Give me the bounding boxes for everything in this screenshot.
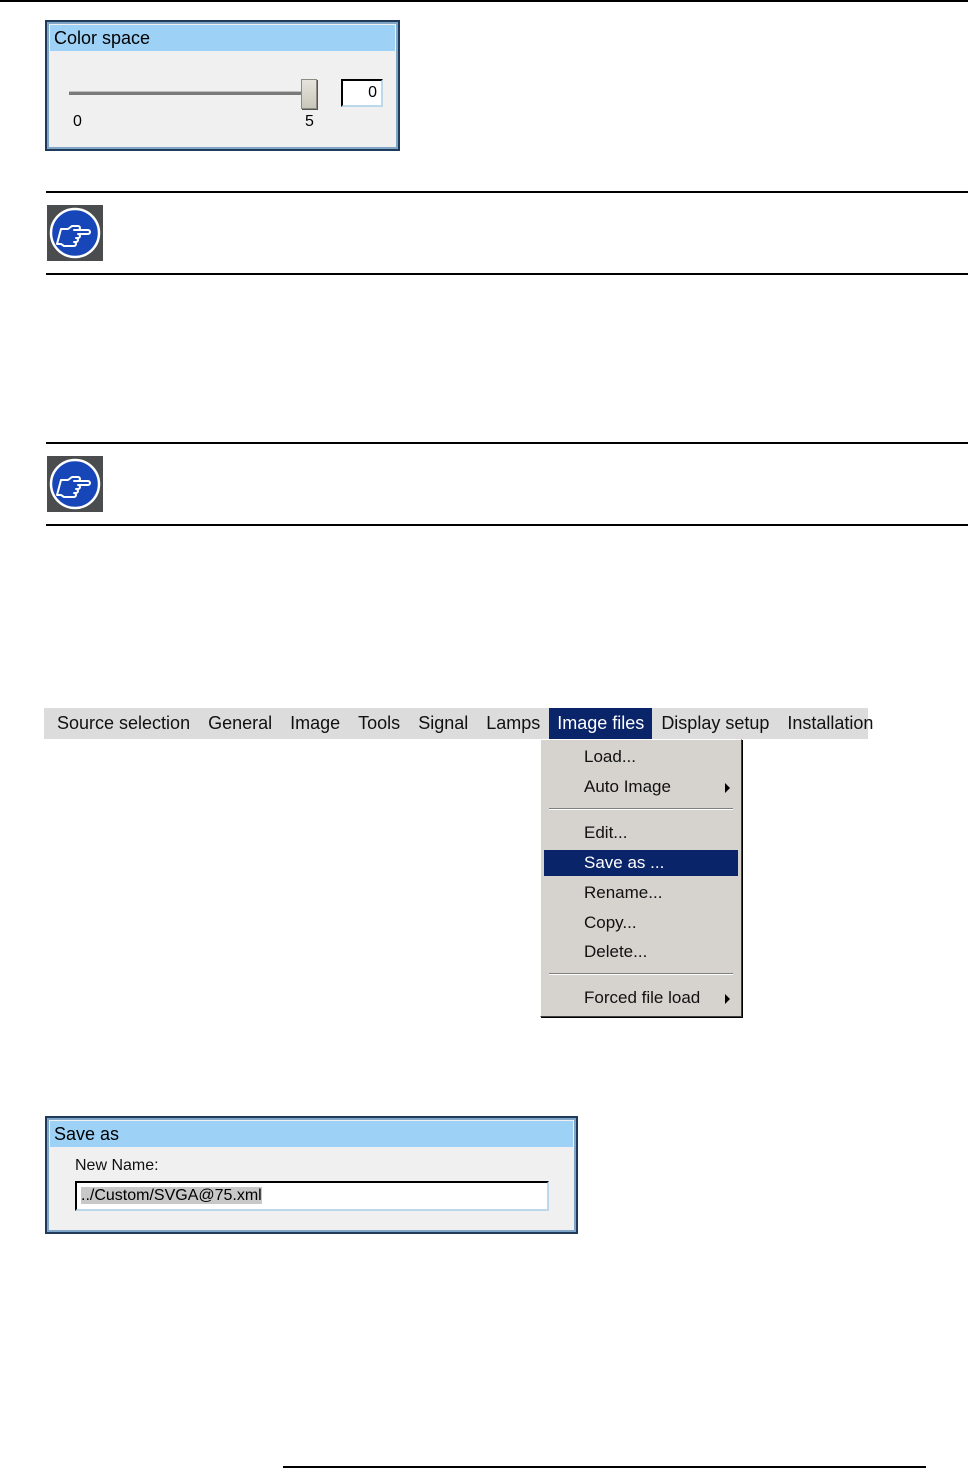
image-files-dropdown: Load... Auto Image Edit... Save as ... R… bbox=[540, 739, 742, 1017]
submenu-arrow-icon bbox=[725, 783, 730, 793]
menu-item-save-as[interactable]: Save as ... bbox=[544, 850, 738, 876]
color-space-slider-thumb[interactable] bbox=[301, 79, 317, 109]
menu-lamps[interactable]: Lamps bbox=[477, 708, 549, 739]
menu-item-label: Forced file load bbox=[584, 988, 701, 1007]
menu-item-label: Auto Image bbox=[584, 777, 671, 796]
menu-item-forced-file-load[interactable]: Forced file load bbox=[544, 985, 738, 1011]
menu-general[interactable]: General bbox=[199, 708, 281, 739]
color-space-value-box[interactable]: 0 bbox=[341, 79, 383, 107]
menu-item-rename[interactable]: Rename... bbox=[544, 880, 738, 906]
top-rule bbox=[0, 0, 968, 2]
main-menubar: Source selection General Image Tools Sig… bbox=[44, 708, 873, 739]
menu-display-setup[interactable]: Display setup bbox=[652, 708, 778, 739]
submenu-arrow-icon bbox=[725, 994, 730, 1004]
slider-min-label: 0 bbox=[73, 113, 82, 130]
pointing-hand-icon bbox=[47, 205, 103, 261]
menu-item-edit[interactable]: Edit... bbox=[544, 820, 738, 846]
menu-item-copy[interactable]: Copy... bbox=[544, 910, 738, 936]
menu-item-delete[interactable]: Delete... bbox=[544, 939, 738, 965]
footer-rule bbox=[283, 1466, 926, 1468]
color-space-dialog-title: Color space bbox=[50, 25, 395, 51]
menu-tools[interactable]: Tools bbox=[349, 708, 409, 739]
color-space-slider-track[interactable] bbox=[69, 91, 309, 95]
menu-item-label: Copy... bbox=[584, 913, 637, 932]
color-space-dialog: Color space 0 0 5 bbox=[45, 20, 400, 151]
new-name-input[interactable]: ../Custom/SVGA@75.xml bbox=[75, 1181, 549, 1211]
note-2-bottom-rule bbox=[46, 524, 968, 526]
menu-image[interactable]: Image bbox=[281, 708, 349, 739]
save-as-dialog-title: Save as bbox=[50, 1121, 573, 1147]
menu-separator bbox=[549, 808, 733, 810]
note-2-top-rule bbox=[46, 442, 968, 444]
new-name-value: ../Custom/SVGA@75.xml bbox=[81, 1187, 262, 1204]
menu-item-load[interactable]: Load... bbox=[544, 744, 738, 770]
pointing-hand-icon bbox=[47, 456, 103, 512]
menu-item-label: Edit... bbox=[584, 823, 628, 842]
menu-item-auto-image[interactable]: Auto Image bbox=[544, 774, 738, 800]
slider-max-label: 5 bbox=[305, 113, 314, 130]
menu-installation[interactable]: Installation bbox=[778, 708, 882, 739]
new-name-label: New Name: bbox=[75, 1157, 159, 1174]
menu-item-label: Delete... bbox=[584, 942, 648, 961]
menu-item-label: Load... bbox=[584, 747, 636, 766]
note-1-top-rule bbox=[46, 191, 968, 193]
menu-item-label: Rename... bbox=[584, 883, 663, 902]
menu-item-label: Save as ... bbox=[584, 853, 665, 872]
menu-separator bbox=[549, 973, 733, 975]
note-1-bottom-rule bbox=[46, 273, 968, 275]
menu-signal[interactable]: Signal bbox=[409, 708, 477, 739]
menu-image-files[interactable]: Image files bbox=[549, 708, 653, 739]
menu-source-selection[interactable]: Source selection bbox=[44, 708, 199, 739]
save-as-dialog: Save as New Name: ../Custom/SVGA@75.xml bbox=[45, 1116, 578, 1234]
